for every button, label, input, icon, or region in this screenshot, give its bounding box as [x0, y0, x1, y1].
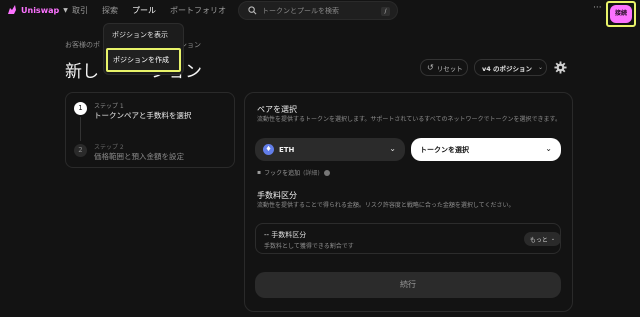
reset-label: リセット — [436, 64, 463, 73]
step-2-title: 価格範囲と預入金額を設定 — [94, 152, 184, 161]
version-selector[interactable]: v4 のポジション ⌄ — [474, 59, 547, 76]
chevron-down-icon: ⌄ — [389, 144, 396, 153]
fee-tier-title: -- 手数料区分 — [264, 231, 307, 239]
brand-logo[interactable]: Uniswap ▼ — [6, 4, 68, 16]
unicorn-icon — [8, 5, 16, 14]
pool-dropdown-menu: ポジションを表示 ポジションを作成 — [103, 23, 184, 75]
chevron-down-icon: ⌄ — [550, 236, 556, 242]
gear-icon[interactable] — [554, 61, 567, 74]
more-fees-label: もっと — [529, 236, 548, 244]
step-2-number: 2 — [74, 144, 87, 157]
info-icon[interactable] — [323, 169, 330, 176]
token-a-symbol: ETH — [279, 145, 295, 154]
token-b-placeholder: トークンを選択 — [420, 145, 469, 154]
connect-button[interactable]: 接続 — [610, 5, 632, 23]
create-position-card: ペアを選択 流動性を提供するトークンを選択します。サポートされているすべてのネッ… — [244, 92, 573, 312]
step-2-label: ステップ 2 — [94, 144, 124, 151]
top-nav: Uniswap ▼ 取引 探索 プール ポートフォリオ トークンとプールを検索 … — [0, 0, 640, 27]
reset-button[interactable]: ↺ リセット — [420, 59, 468, 76]
nav-link-explore[interactable]: 探索 — [102, 5, 118, 16]
menu-item-view-positions[interactable]: ポジションを表示 — [112, 30, 168, 40]
chevron-down-icon[interactable]: ▼ — [63, 7, 68, 14]
fee-tier-box: -- 手数料区分 手数料として獲得できる割合です もっと ⌄ — [255, 223, 561, 254]
version-label: v4 のポジション — [482, 64, 533, 73]
search-input[interactable]: トークンとプールを検索 / — [238, 1, 398, 20]
continue-button[interactable]: 続行 — [255, 272, 561, 298]
hook-icon: ▪ — [257, 169, 262, 176]
step-1-label: ステップ 1 — [94, 103, 124, 110]
steps-panel: 1 ステップ 1 トークンペアと手数料を選択 2 ステップ 2 価格範囲と預入金… — [65, 92, 235, 168]
step-1-title: トークンペアと手数料を選択 — [94, 111, 192, 120]
menu-item-create-position[interactable]: ポジションを作成 — [106, 48, 181, 72]
nav-link-trade[interactable]: 取引 — [72, 5, 88, 16]
token-b-selector[interactable]: トークンを選択 ⌄ — [411, 138, 561, 161]
add-hook-link[interactable]: ▪ フックを追加 (詳細) — [257, 168, 330, 177]
chevron-down-icon: ⌄ — [545, 144, 552, 153]
pair-section-description: 流動性を提供するトークンを選択します。サポートされているすべてのネットワークでト… — [257, 116, 561, 123]
nav-link-portfolio[interactable]: ポートフォリオ — [170, 5, 226, 16]
fee-section-title: 手数料区分 — [257, 191, 297, 200]
connect-highlight: 接続 — [606, 1, 636, 27]
token-a-selector[interactable]: ♦ ETH ⌄ — [255, 138, 405, 161]
refresh-icon: ↺ — [427, 63, 434, 72]
more-fees-button[interactable]: もっと ⌄ — [524, 232, 561, 246]
fee-section-description: 流動性を提供することで得られる金額。リスク許容度と戦略に合った金額を選択してくだ… — [257, 202, 515, 209]
page-title-start: 新し — [65, 62, 99, 82]
search-icon — [248, 6, 257, 15]
hook-detail-label: (詳細) — [303, 170, 320, 177]
chevron-down-icon: ⌄ — [538, 64, 544, 71]
step-1-number: 1 — [74, 102, 87, 115]
search-placeholder: トークンとプールを検索 — [262, 6, 339, 15]
brand-name: Uniswap — [21, 5, 60, 15]
fee-tier-subtitle: 手数料として獲得できる割合です — [264, 243, 354, 250]
step-connector — [80, 117, 81, 141]
pair-section-title: ペアを選択 — [257, 105, 297, 114]
more-icon[interactable]: ··· — [593, 3, 602, 13]
breadcrumb-start[interactable]: お客様のポ — [65, 40, 100, 50]
nav-link-pool[interactable]: プール — [132, 5, 156, 16]
search-shortcut-badge: / — [381, 7, 390, 16]
eth-icon: ♦ — [263, 144, 274, 155]
add-hook-label: フックを追加 — [264, 170, 301, 177]
